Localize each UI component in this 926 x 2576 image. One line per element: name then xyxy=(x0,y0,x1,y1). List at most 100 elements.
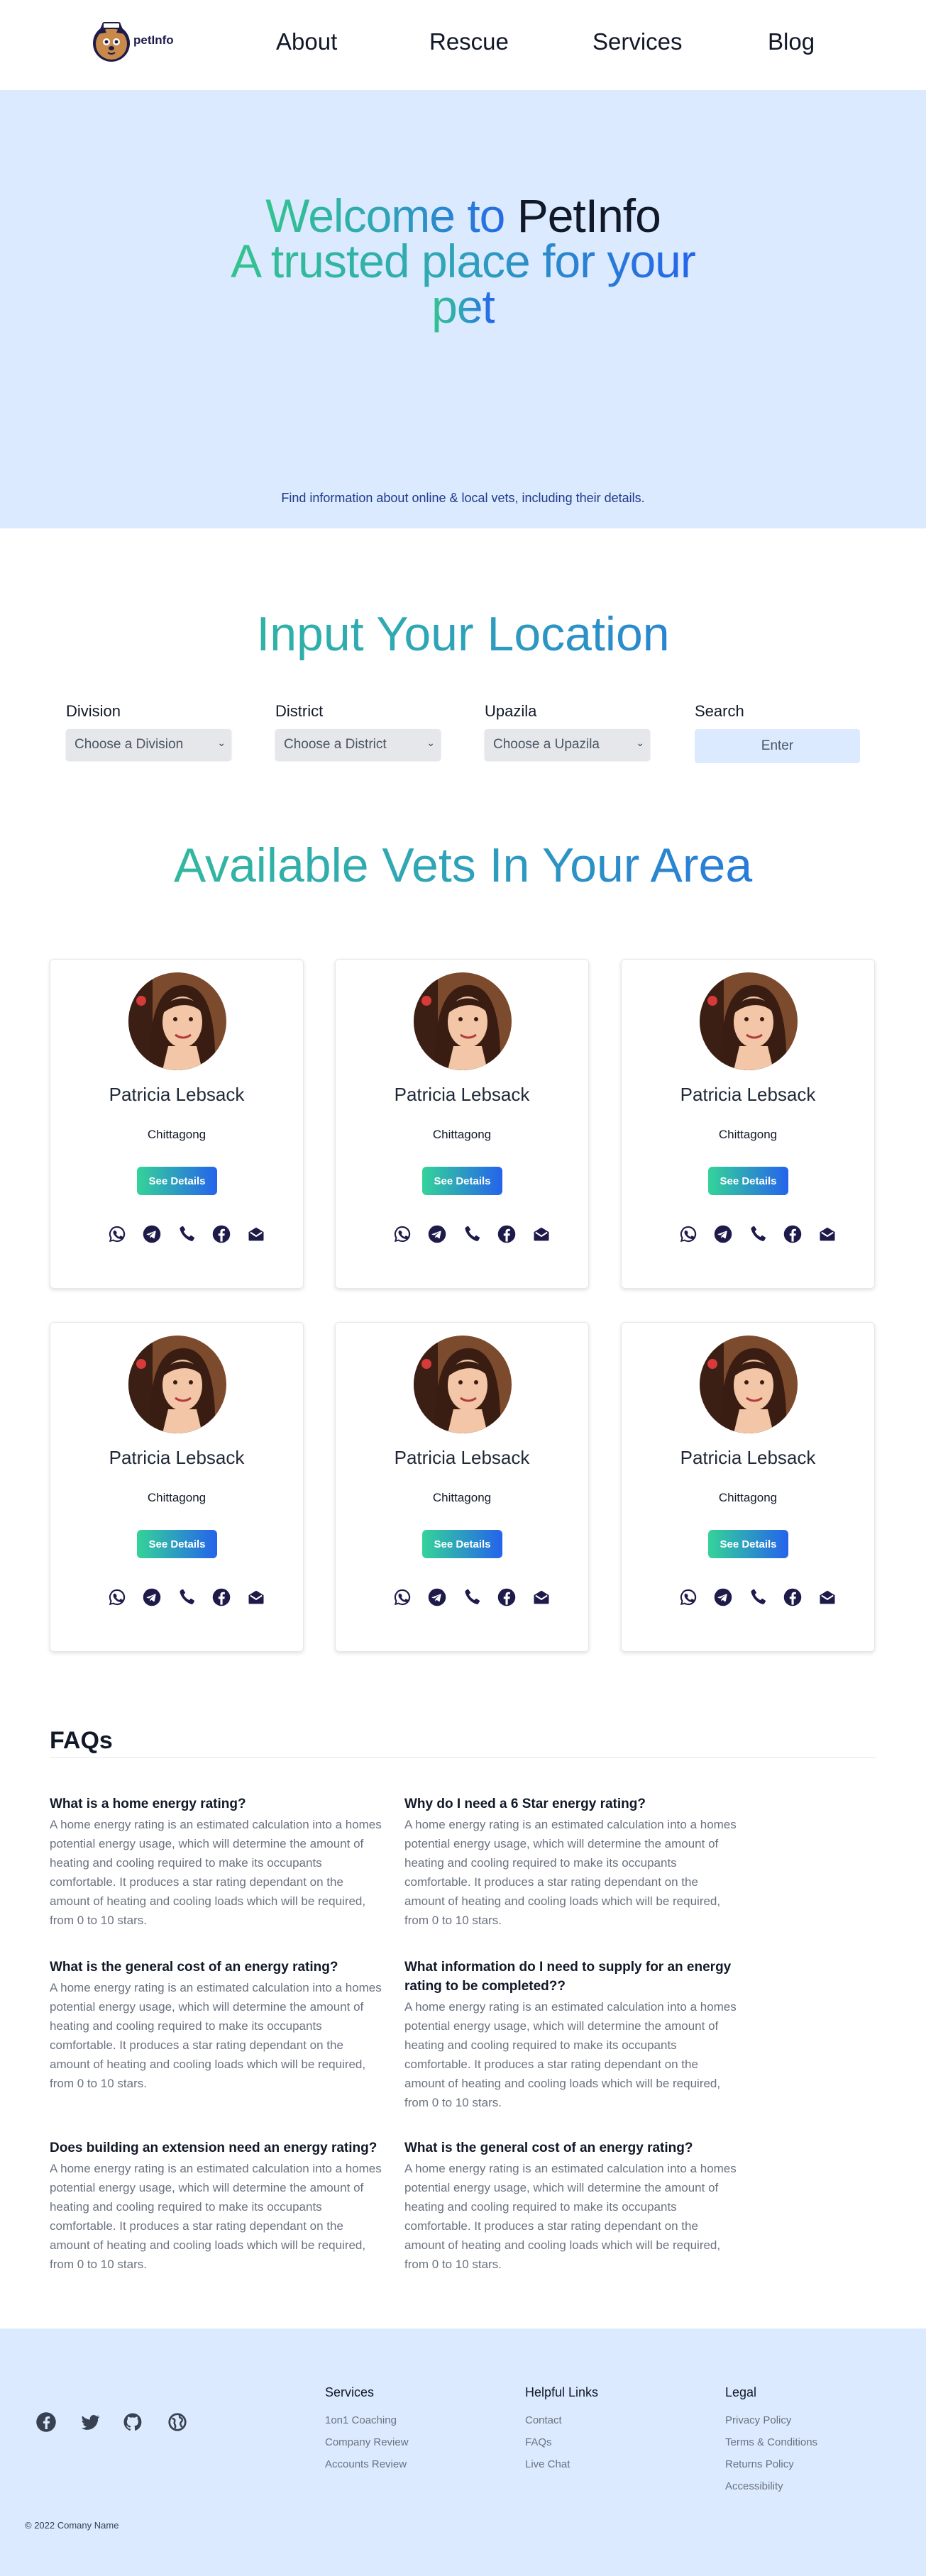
email-icon[interactable] xyxy=(531,1587,551,1607)
footer-col-legal: Legal Privacy Policy Terms & Conditions … xyxy=(725,2385,817,2502)
phone-icon[interactable] xyxy=(748,1587,768,1607)
footer-link[interactable]: Terms & Conditions xyxy=(725,2436,817,2448)
whatsapp-icon[interactable] xyxy=(392,1587,412,1607)
nav-link-services[interactable]: Services xyxy=(592,28,683,55)
facebook-icon[interactable] xyxy=(497,1587,517,1607)
facebook-icon[interactable] xyxy=(35,2411,57,2433)
enter-button[interactable]: Enter xyxy=(695,729,860,763)
whatsapp-icon[interactable] xyxy=(107,1587,127,1607)
upazila-select[interactable]: Choose a Upazila ⌄ xyxy=(485,729,650,760)
whatsapp-icon[interactable] xyxy=(678,1587,698,1607)
telegram-icon[interactable] xyxy=(142,1224,162,1244)
nav-link-blog[interactable]: Blog xyxy=(768,28,815,55)
top-nav: petInfo About Rescue Services Blog xyxy=(0,0,926,90)
footer-col-title: Legal xyxy=(725,2385,757,2399)
division-label: Division xyxy=(66,702,121,720)
globe-icon[interactable] xyxy=(167,2411,188,2433)
telegram-icon[interactable] xyxy=(713,1587,733,1607)
see-details-button[interactable]: See Details xyxy=(422,1530,502,1558)
hero-welcome: Welcome to xyxy=(265,189,517,242)
vet-location: Chittagong xyxy=(432,1128,492,1141)
faq-divider xyxy=(50,1757,876,1758)
phone-icon[interactable] xyxy=(462,1587,482,1607)
phone-icon[interactable] xyxy=(462,1224,482,1244)
vet-card: Patricia Lebsack Chittagong See Details xyxy=(335,1322,589,1652)
footer-col-title: Services xyxy=(325,2385,375,2399)
nav-link-rescue[interactable]: Rescue xyxy=(429,28,509,55)
faq-answer: A home energy rating is an estimated cal… xyxy=(50,1981,382,2090)
location-title: Input Your Location xyxy=(0,606,926,662)
upazila-value: Choose a Upazila xyxy=(493,737,600,752)
vet-avatar xyxy=(128,1336,226,1433)
division-select[interactable]: Choose a Division ⌄ xyxy=(66,729,231,760)
footer-link[interactable]: Accessibility xyxy=(725,2480,817,2492)
vet-card: Patricia Lebsack Chittagong See Details xyxy=(50,959,304,1289)
see-details-button[interactable]: See Details xyxy=(708,1167,788,1195)
vet-name: Patricia Lebsack xyxy=(680,1447,816,1468)
email-icon[interactable] xyxy=(246,1587,266,1607)
faq-question: Why do I need a 6 Star energy rating? xyxy=(404,1797,646,1811)
footer-link[interactable]: Accounts Review xyxy=(325,2458,409,2470)
faq-item: What is a home energy rating? A home ener… xyxy=(50,1794,383,1930)
facebook-icon[interactable] xyxy=(783,1587,803,1607)
vet-avatar xyxy=(700,1336,798,1433)
chevron-down-icon: ⌄ xyxy=(636,737,644,748)
phone-icon[interactable] xyxy=(177,1224,197,1244)
see-details-button[interactable]: See Details xyxy=(137,1167,217,1195)
email-icon[interactable] xyxy=(246,1224,266,1244)
telegram-icon[interactable] xyxy=(427,1587,447,1607)
see-details-button[interactable]: See Details xyxy=(422,1167,502,1195)
copyright: © 2022 Comany Name xyxy=(25,2520,119,2531)
faq-item: What is the general cost of an energy ra… xyxy=(404,2138,738,2274)
email-icon[interactable] xyxy=(531,1224,551,1244)
vet-location: Chittagong xyxy=(147,1491,206,1504)
vet-social-links xyxy=(678,1224,835,1245)
footer-link[interactable]: Company Review xyxy=(325,2436,409,2448)
chevron-down-icon: ⌄ xyxy=(217,737,226,748)
faq-question: What information do I need to supply for… xyxy=(404,1960,732,1994)
footer-link[interactable]: 1on1 Coaching xyxy=(325,2414,409,2426)
see-details-button[interactable]: See Details xyxy=(137,1530,217,1558)
district-value: Choose a District xyxy=(284,737,387,752)
vet-location: Chittagong xyxy=(147,1128,206,1141)
nav-link-about[interactable]: About xyxy=(276,28,337,55)
see-details-button[interactable]: See Details xyxy=(708,1530,788,1558)
whatsapp-icon[interactable] xyxy=(107,1224,127,1244)
vet-social-links xyxy=(392,1224,549,1245)
hero-subtitle: Find information about online & local ve… xyxy=(281,491,645,505)
phone-icon[interactable] xyxy=(748,1224,768,1244)
faq-question: Does building an extension need an energ… xyxy=(50,2141,377,2155)
vet-avatar xyxy=(414,1336,512,1433)
github-icon[interactable] xyxy=(122,2411,143,2433)
facebook-icon[interactable] xyxy=(211,1224,231,1244)
footer-link[interactable]: Live Chat xyxy=(525,2458,598,2470)
email-icon[interactable] xyxy=(817,1224,837,1244)
facebook-icon[interactable] xyxy=(783,1224,803,1244)
twitter-icon[interactable] xyxy=(79,2411,101,2433)
facebook-icon[interactable] xyxy=(497,1224,517,1244)
vet-name: Patricia Lebsack xyxy=(394,1084,530,1105)
faq-item: What information do I need to supply for… xyxy=(404,1958,738,2112)
vet-avatar xyxy=(700,972,798,1070)
district-select[interactable]: Choose a District ⌄ xyxy=(275,729,441,760)
whatsapp-icon[interactable] xyxy=(392,1224,412,1244)
footer-link[interactable]: Contact xyxy=(525,2414,598,2426)
faq-question: What is a home energy rating? xyxy=(50,1797,246,1811)
phone-icon[interactable] xyxy=(177,1587,197,1607)
footer-link[interactable]: Privacy Policy xyxy=(725,2414,817,2426)
faq-answer: A home energy rating is an estimated cal… xyxy=(404,2000,737,2109)
chevron-down-icon: ⌄ xyxy=(426,737,435,748)
footer-col-services: Services 1on1 Coaching Company Review Ac… xyxy=(325,2385,409,2480)
facebook-icon[interactable] xyxy=(211,1587,231,1607)
hero-brand: PetInfo xyxy=(517,189,661,242)
vets-title: Available Vets In Your Area xyxy=(0,837,926,894)
telegram-icon[interactable] xyxy=(427,1224,447,1244)
whatsapp-icon[interactable] xyxy=(678,1224,698,1244)
vet-location: Chittagong xyxy=(718,1491,778,1504)
email-icon[interactable] xyxy=(817,1587,837,1607)
telegram-icon[interactable] xyxy=(713,1224,733,1244)
vet-avatar xyxy=(414,972,512,1070)
telegram-icon[interactable] xyxy=(142,1587,162,1607)
footer-link[interactable]: Returns Policy xyxy=(725,2458,817,2470)
footer-link[interactable]: FAQs xyxy=(525,2436,598,2448)
